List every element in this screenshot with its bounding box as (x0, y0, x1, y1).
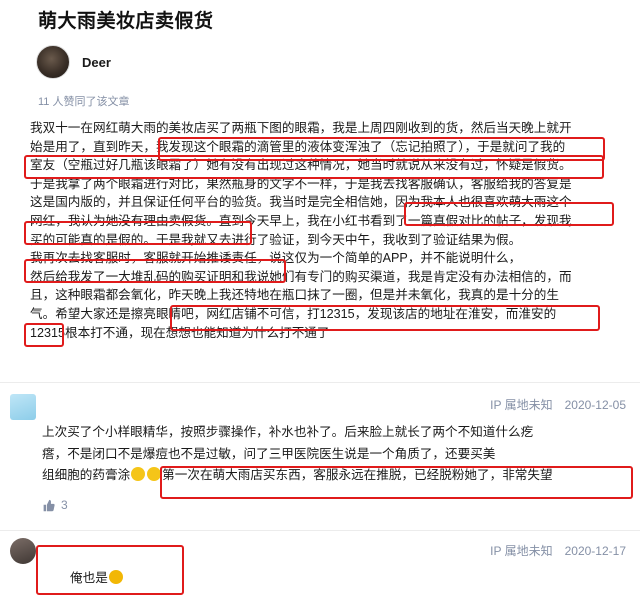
comment-ip: IP 属地未知 (490, 544, 553, 558)
page-title: 萌大雨美妆店卖假货 (38, 11, 214, 32)
article-line: 室友（空瓶过好几瓶该眼霜了）她有没有出现过这种情况，她当时就说从来没有过，怀疑是… (30, 158, 572, 173)
comment-ip: IP 属地未知 (490, 398, 553, 412)
commenter-avatar[interactable] (10, 394, 36, 420)
comment-text: 上次买了个小样眼精华，按照步骤操作，补水也补了。后来脸上就长了两个不知道什么疙 … (42, 422, 632, 487)
comment-line-part: 俺也是 (70, 571, 108, 585)
comment-meta: IP 属地未知 2020-12-05 (490, 396, 626, 413)
article-line: 网红，我认为她没有理由卖假货。直到今天早上，我在小红书看到了一篇真假对比的帖子，… (30, 213, 572, 228)
comment-like-button[interactable]: 3 (42, 498, 68, 512)
comment-date: 2020-12-05 (564, 398, 626, 412)
comment-text: 俺也是 (70, 568, 640, 590)
commenter-avatar[interactable] (10, 538, 36, 564)
comment: IP 属地未知 2020-12-05 上次买了个小样眼精华，按照步骤操作，补水也补… (0, 388, 640, 528)
comment-line: 瘩，不是闭口不是爆痘也不是过敏，问了三甲医院医生说是一个角质了，还要买美 (42, 446, 496, 461)
comment-like-count: 3 (61, 498, 68, 512)
author-avatar[interactable] (36, 45, 70, 79)
article-line: 12315根本打不通，现在想想也能知道为什么打不通了 (30, 325, 330, 340)
article-line: 然后给我发了一大堆乱码的购买证明和我说她们有专门的购买渠道，我是肯定没有办法相信… (30, 269, 572, 284)
thumbs-up-icon (43, 499, 55, 511)
smile-emoji-icon (131, 467, 146, 481)
smile-emoji-icon (147, 467, 162, 481)
comment-line: 俺也是 (70, 568, 640, 590)
article-line: 这是国内版的，并且保证任何平台的验货。我当时是完全相信她，因为我本人也很喜欢萌大… (30, 195, 572, 210)
article-line: 我双十一在网红萌大雨的美妆店买了两瓶下图的眼霜，我是上周四刚收到的货，然后当天晚… (30, 121, 572, 135)
article-body: 我双十一在网红萌大雨的美妆店买了两瓶下图的眼霜，我是上周四刚收到的货，然后当天晚… (30, 119, 620, 342)
crying-emoji-icon (108, 570, 123, 584)
article-line: 于是我拿了两个眼霜进行对比，果然瓶身的文字不一样，于是我去找客服确认，客服给我的… (30, 176, 572, 191)
author-name[interactable]: Deer (82, 55, 111, 70)
article-page: 萌大雨美妆店卖假货 Deer 11 人赞同了该文章 我双十一在网红萌大雨的美妆店… (0, 0, 640, 599)
article-line: 我再次去找客服时，客服就开始推诿责任，说这仅为一个简单的APP，并不能说明什么， (30, 251, 522, 266)
likes-count[interactable]: 11 人赞同了该文章 (38, 93, 129, 109)
comment: IP 属地未知 2020-12-17 俺也是 (0, 534, 640, 596)
divider (0, 530, 640, 531)
author-row[interactable]: Deer (36, 45, 111, 79)
article-line: 买的可能真的是假的。于是我就又去进行了验证，到今天中午，我收到了验证结果为假。 (30, 232, 522, 247)
comment-date: 2020-12-17 (564, 544, 626, 558)
comment-line: 组细胞的药膏涂 第一次在萌大雨店买东西，客服永远在推脱，已经脱粉她了，非常失望 (42, 465, 632, 487)
article-line: 且，这种眼霜都会氧化，昨天晚上我还特地在瓶口抹了一圈，但是并未氧化，我真的是十分… (30, 288, 559, 303)
comment-line: 上次买了个小样眼精华，按照步骤操作，补水也补了。后来脸上就长了两个不知道什么疙 (42, 425, 534, 439)
comment-meta: IP 属地未知 2020-12-17 (490, 542, 626, 559)
article-line: 始是用了，直到昨天，我发现这个眼霜的滴管里的液体变浑浊了（忘记拍照了），于是就问… (30, 139, 566, 154)
comment-line-part: 组细胞的药膏涂 (42, 468, 131, 482)
divider (0, 382, 640, 383)
article-line: 气。希望大家还是擦亮眼睛吧，网红店铺不可信，打12315，发现该店的地址在淮安，… (30, 306, 557, 321)
comment-line-part: 第一次在萌大雨店买东西，客服永远在推脱，已经脱粉她了，非常失望 (162, 468, 553, 482)
